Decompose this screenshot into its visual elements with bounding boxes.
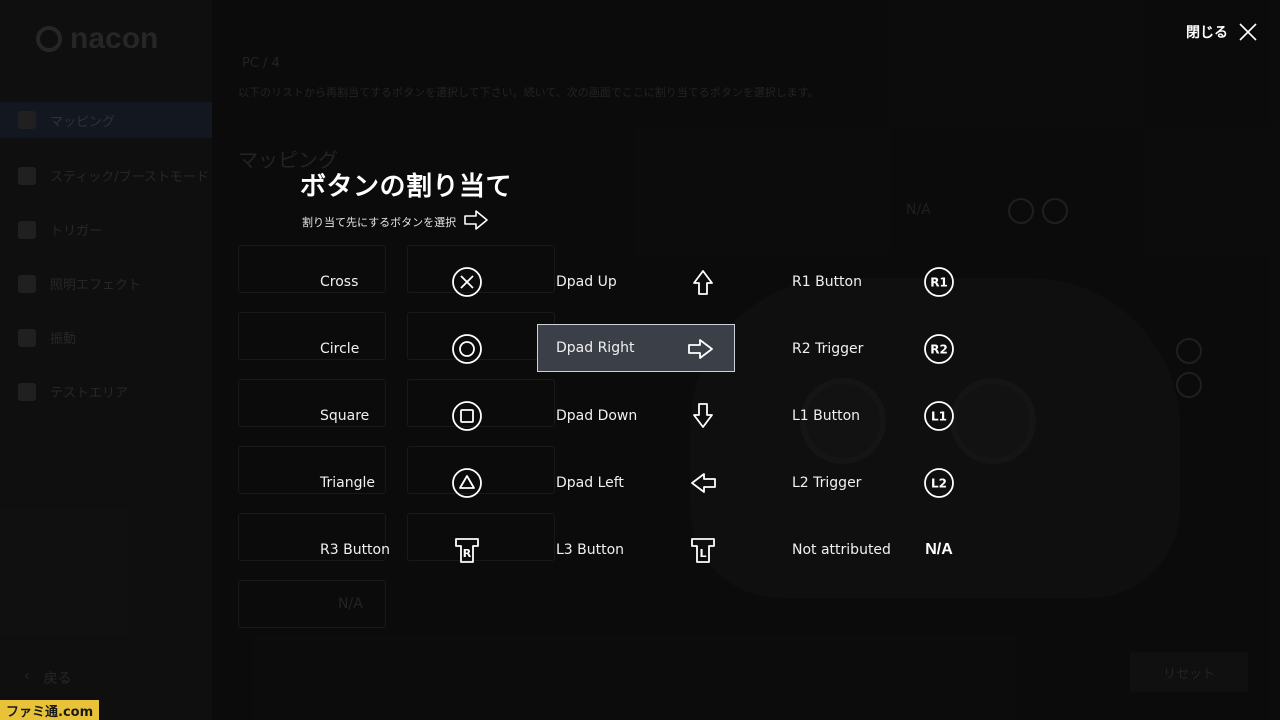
option-label: R1 Button <box>792 274 862 290</box>
option-label: Triangle <box>320 475 375 491</box>
l2-glyph: L2 <box>931 477 947 491</box>
option-square[interactable]: Square <box>302 392 500 440</box>
option-r2[interactable]: R2 Trigger R2 <box>774 325 972 373</box>
na-label: N/A <box>925 541 953 558</box>
r1-glyph: R1 <box>930 276 948 290</box>
r1-icon: R1 <box>922 266 956 298</box>
option-label: Dpad Left <box>556 475 624 491</box>
r3-icon: R <box>450 534 484 566</box>
na-text: N/A <box>922 534 956 566</box>
option-l2[interactable]: L2 Trigger L2 <box>774 459 972 507</box>
option-label: Dpad Right <box>556 340 635 356</box>
triangle-icon <box>450 467 484 499</box>
option-circle[interactable]: Circle <box>302 325 500 373</box>
option-dpad-left[interactable]: Dpad Left <box>538 459 736 507</box>
option-label: L1 Button <box>792 408 861 424</box>
option-l3[interactable]: L3 Button L <box>538 526 736 574</box>
option-label: Dpad Up <box>556 274 617 290</box>
circle-icon <box>450 333 484 365</box>
square-icon <box>450 400 484 432</box>
option-dpad-down[interactable]: Dpad Down <box>538 392 736 440</box>
option-label: Dpad Down <box>556 408 638 424</box>
r2-glyph: R2 <box>930 343 948 357</box>
l1-glyph: L1 <box>931 410 947 424</box>
option-cross[interactable]: Cross <box>302 258 500 306</box>
arrow-down-icon <box>686 400 720 432</box>
r2-icon: R2 <box>922 333 956 365</box>
option-label: L2 Trigger <box>792 475 862 491</box>
l3-glyph: L <box>699 547 706 560</box>
option-label: Cross <box>320 274 359 290</box>
option-label: R2 Trigger <box>792 341 864 357</box>
arrow-up-icon <box>686 266 720 298</box>
l1-icon: L1 <box>922 400 956 432</box>
option-r3[interactable]: R3 Button R <box>302 526 500 574</box>
arrow-left-icon <box>686 467 720 499</box>
modal-title: ボタンの割り当て <box>300 172 513 202</box>
option-triangle[interactable]: Triangle <box>302 459 500 507</box>
close-button[interactable]: 閉じる <box>1186 22 1258 42</box>
arrow-right-icon <box>464 210 488 230</box>
close-icon <box>1239 23 1257 41</box>
option-not-attributed[interactable]: Not attributed N/A <box>774 526 972 574</box>
famitsu-watermark: ファミ通.com <box>0 700 100 720</box>
option-label: Circle <box>320 341 360 357</box>
option-label: Square <box>320 408 370 424</box>
option-label: Not attributed <box>792 542 891 558</box>
modal-subtitle: 割り当て先にするボタンを選択 <box>302 216 457 229</box>
arrow-right-icon <box>684 333 718 365</box>
option-r1[interactable]: R1 Button R1 <box>774 258 972 306</box>
r3-glyph: R <box>463 547 472 560</box>
l2-icon: L2 <box>922 467 956 499</box>
option-l1[interactable]: L1 Button L1 <box>774 392 972 440</box>
option-dpad-right[interactable]: Dpad Right <box>537 324 735 372</box>
option-dpad-up[interactable]: Dpad Up <box>538 258 736 306</box>
option-label: R3 Button <box>320 542 390 558</box>
cross-icon <box>450 266 484 298</box>
close-label: 閉じる <box>1186 25 1228 41</box>
l3-icon: L <box>686 534 720 566</box>
option-label: L3 Button <box>556 542 625 558</box>
